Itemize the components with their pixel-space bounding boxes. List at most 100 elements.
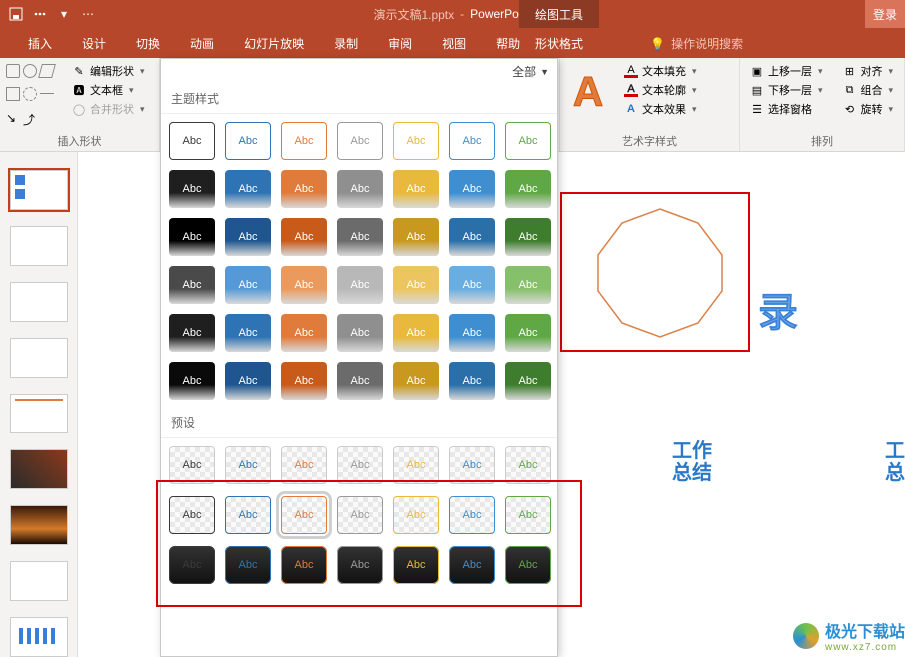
tab-record[interactable]: 录制 xyxy=(326,29,366,58)
shape-preset-outlined-5[interactable]: Abc xyxy=(449,496,495,534)
edit-shape-button[interactable]: ✎编辑形状 xyxy=(68,62,149,80)
tab-view[interactable]: 视图 xyxy=(434,29,474,58)
shape-preset-transparent-0[interactable]: Abc xyxy=(169,446,215,484)
text-outline-button[interactable]: A文本轮廓 xyxy=(620,81,701,99)
align-button[interactable]: ⊞对齐 xyxy=(839,62,898,80)
shape-preset-transparent-1[interactable]: Abc xyxy=(225,446,271,484)
text-box-button[interactable]: 🅰文本框 xyxy=(68,81,149,99)
shape-preset-transparent-5[interactable]: Abc xyxy=(449,446,495,484)
shape-preset-outlined-3[interactable]: Abc xyxy=(337,496,383,534)
shape-style-solid-4-6[interactable]: Abc xyxy=(505,362,551,400)
shape-style-solid-4-5[interactable]: Abc xyxy=(449,362,495,400)
shape-style-solid-4-1[interactable]: Abc xyxy=(225,362,271,400)
shape-preset-dark-5[interactable]: Abc xyxy=(449,546,495,584)
shape-style-solid-1-5[interactable]: Abc xyxy=(449,218,495,256)
tab-animation[interactable]: 动画 xyxy=(182,29,222,58)
tab-transition[interactable]: 切换 xyxy=(128,29,168,58)
shape-style-solid-1-3[interactable]: Abc xyxy=(337,218,383,256)
bring-forward-button[interactable]: ▣上移一层 xyxy=(746,62,827,80)
shape-style-solid-0-5[interactable]: Abc xyxy=(449,170,495,208)
selection-pane-button[interactable]: ☰选择窗格 xyxy=(746,100,827,118)
shape-preset-dark-2[interactable]: Abc xyxy=(281,546,327,584)
slide-thumb-8[interactable] xyxy=(10,561,68,601)
gallery-filter-all[interactable]: 全部 ▼ xyxy=(512,63,549,80)
shape-style-solid-1-6[interactable]: Abc xyxy=(505,218,551,256)
shape-style-solid-2-1[interactable]: Abc xyxy=(225,266,271,304)
shape-style-outline-1[interactable]: Abc xyxy=(225,122,271,160)
shape-preset-outlined-1[interactable]: Abc xyxy=(225,496,271,534)
slide-thumb-4[interactable] xyxy=(10,338,68,378)
slide-thumbnail-panel[interactable] xyxy=(0,152,78,657)
shape-style-solid-3-4[interactable]: Abc xyxy=(393,314,439,352)
shape-style-solid-1-2[interactable]: Abc xyxy=(281,218,327,256)
shape-style-solid-1-1[interactable]: Abc xyxy=(225,218,271,256)
shape-preset-outlined-2[interactable]: Abc xyxy=(281,496,327,534)
shape-style-solid-2-3[interactable]: Abc xyxy=(337,266,383,304)
text-effect-button[interactable]: A文本效果 xyxy=(620,100,701,118)
shape-style-solid-0-6[interactable]: Abc xyxy=(505,170,551,208)
slide-thumb-1[interactable] xyxy=(10,170,68,210)
shape-style-solid-3-6[interactable]: Abc xyxy=(505,314,551,352)
group-button[interactable]: ⧉组合 xyxy=(839,81,898,99)
text-fill-button[interactable]: A文本填充 xyxy=(620,62,701,80)
shape-style-solid-2-0[interactable]: Abc xyxy=(169,266,215,304)
shape-preset-transparent-3[interactable]: Abc xyxy=(337,446,383,484)
shape-style-outline-5[interactable]: Abc xyxy=(449,122,495,160)
shape-preset-transparent-6[interactable]: Abc xyxy=(505,446,551,484)
qat-customize-icon[interactable]: ⋯ xyxy=(80,6,96,22)
shape-preset-dark-6[interactable]: Abc xyxy=(505,546,551,584)
dropdown-icon[interactable]: ▾ xyxy=(56,6,72,22)
slide-thumb-5[interactable] xyxy=(10,394,68,434)
shape-style-solid-3-0[interactable]: Abc xyxy=(169,314,215,352)
slide-thumb-2[interactable] xyxy=(10,226,68,266)
shape-style-solid-4-3[interactable]: Abc xyxy=(337,362,383,400)
shape-preset-dark-3[interactable]: Abc xyxy=(337,546,383,584)
shape-preset-dark-4[interactable]: Abc xyxy=(393,546,439,584)
shape-style-gallery[interactable]: 全部 ▼ 主题样式 AbcAbcAbcAbcAbcAbcAbc AbcAbcAb… xyxy=(160,58,558,657)
shape-style-outline-0[interactable]: Abc xyxy=(169,122,215,160)
shape-preset-dark-1[interactable]: Abc xyxy=(225,546,271,584)
tab-insert[interactable]: 插入 xyxy=(20,29,60,58)
shape-style-outline-4[interactable]: Abc xyxy=(393,122,439,160)
slide-thumb-7[interactable] xyxy=(10,505,68,545)
slide-thumb-3[interactable] xyxy=(10,282,68,322)
rotate-button[interactable]: ⟲旋转 xyxy=(839,100,898,118)
shape-style-solid-3-1[interactable]: Abc xyxy=(225,314,271,352)
send-backward-button[interactable]: ▤下移一层 xyxy=(746,81,827,99)
shape-style-solid-0-2[interactable]: Abc xyxy=(281,170,327,208)
overflow-icon[interactable] xyxy=(32,6,48,22)
shape-preset-transparent-2[interactable]: Abc xyxy=(281,446,327,484)
tab-slideshow[interactable]: 幻灯片放映 xyxy=(236,29,312,58)
shape-style-solid-4-0[interactable]: Abc xyxy=(169,362,215,400)
shape-style-solid-4-2[interactable]: Abc xyxy=(281,362,327,400)
shape-style-solid-0-1[interactable]: Abc xyxy=(225,170,271,208)
login-button[interactable]: 登录 xyxy=(865,0,905,28)
shape-style-solid-4-4[interactable]: Abc xyxy=(393,362,439,400)
shape-style-solid-2-5[interactable]: Abc xyxy=(449,266,495,304)
tab-design[interactable]: 设计 xyxy=(74,29,114,58)
shape-style-outline-3[interactable]: Abc xyxy=(337,122,383,160)
shape-style-solid-0-0[interactable]: Abc xyxy=(169,170,215,208)
shape-style-solid-3-2[interactable]: Abc xyxy=(281,314,327,352)
shape-preset-outlined-0[interactable]: Abc xyxy=(169,496,215,534)
shape-preset-transparent-4[interactable]: Abc xyxy=(393,446,439,484)
shape-style-solid-0-3[interactable]: Abc xyxy=(337,170,383,208)
shape-style-solid-3-5[interactable]: Abc xyxy=(449,314,495,352)
shape-style-solid-2-4[interactable]: Abc xyxy=(393,266,439,304)
shape-style-solid-1-0[interactable]: Abc xyxy=(169,218,215,256)
decagon-shape[interactable] xyxy=(590,203,730,343)
tab-review[interactable]: 审阅 xyxy=(380,29,420,58)
tab-shape-format[interactable]: 形状格式 xyxy=(519,29,599,58)
shape-style-solid-2-6[interactable]: Abc xyxy=(505,266,551,304)
slide-thumb-6[interactable] xyxy=(10,449,68,489)
shape-quick-palette[interactable]: ↘ ⤴ xyxy=(6,62,64,131)
shape-style-solid-0-4[interactable]: Abc xyxy=(393,170,439,208)
shape-preset-outlined-4[interactable]: Abc xyxy=(393,496,439,534)
shape-preset-dark-0[interactable]: Abc xyxy=(169,546,215,584)
shape-style-solid-3-3[interactable]: Abc xyxy=(337,314,383,352)
shape-style-outline-2[interactable]: Abc xyxy=(281,122,327,160)
autosave-icon[interactable] xyxy=(8,6,24,22)
shape-style-solid-1-4[interactable]: Abc xyxy=(393,218,439,256)
shape-style-solid-2-2[interactable]: Abc xyxy=(281,266,327,304)
slide-thumb-9[interactable] xyxy=(10,617,68,657)
